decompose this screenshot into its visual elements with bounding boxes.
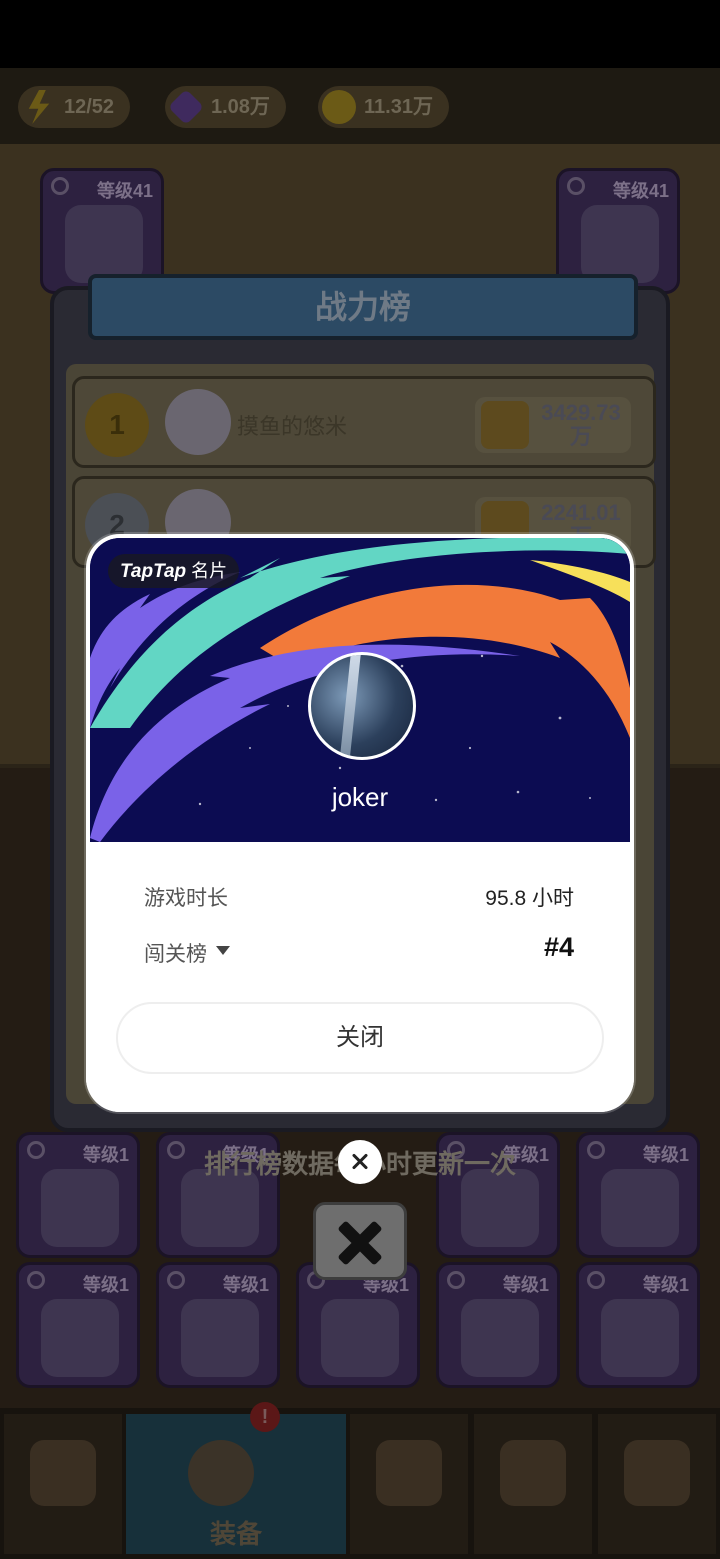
inventory-slot[interactable]: 等级1: [296, 1262, 420, 1388]
bottom-nav: ! 装备: [0, 1402, 720, 1559]
close-icon[interactable]: [338, 1140, 382, 1184]
basket-icon: [321, 1299, 399, 1377]
player-name: 摸鱼的悠米: [237, 414, 348, 439]
leaderboard-row[interactable]: 1 摸鱼的悠米 3429.73万: [72, 376, 656, 468]
avatar: [308, 652, 416, 760]
energy-value: 12/52: [64, 96, 115, 118]
notification-badge: !: [250, 1402, 280, 1432]
slot-level: 等级1: [642, 1275, 689, 1295]
medkit-icon: [581, 205, 659, 283]
coin-counter[interactable]: 11.31万: [318, 86, 449, 128]
inventory-slot[interactable]: 等级1: [436, 1262, 560, 1388]
inspect-icon: [167, 1271, 185, 1289]
tab-equipment[interactable]: ! 装备: [126, 1402, 346, 1554]
leaderboard-ribbon: 战力榜: [88, 274, 638, 340]
taptap-logo: TapTap: [120, 561, 187, 582]
energy-counter[interactable]: 12/52: [18, 86, 131, 128]
tab-puzzle[interactable]: [598, 1414, 716, 1554]
energy-icon: [28, 90, 50, 124]
inspect-icon: [587, 1271, 605, 1289]
playtime-label: 游戏时长: [144, 887, 228, 910]
inventory-slot[interactable]: 等级1: [16, 1262, 140, 1388]
card-type-label: 名片: [191, 561, 228, 581]
basket-icon: [461, 1299, 539, 1377]
basket-icon: [601, 1299, 679, 1377]
chevron-down-icon[interactable]: [216, 946, 230, 955]
coin-value: 11.31万: [364, 96, 433, 118]
quest-icon: [500, 1440, 566, 1506]
shop-icon: [30, 1440, 96, 1506]
spade-icon: [181, 1299, 259, 1377]
shield-icon: [481, 401, 529, 449]
slot-level: 等级1: [222, 1275, 269, 1295]
power-badge: 3429.73万: [475, 397, 631, 453]
tab-shop[interactable]: [4, 1414, 122, 1554]
gem-icon: [167, 88, 205, 126]
slot-level: 等级1: [82, 1275, 129, 1295]
resource-bar: 12/52 1.08万 11.31万: [0, 68, 720, 144]
profile-info: 游戏时长 95.8 小时 闯关榜 #4 关闭: [86, 842, 634, 1112]
tab-quests[interactable]: [474, 1414, 592, 1554]
map-icon: [376, 1440, 442, 1506]
armor-icon: [65, 205, 143, 283]
gold-medal-icon: 1: [85, 393, 149, 457]
profile-card: TapTap 名片 joker 游戏时长 95.8 小时 闯关榜 #4 关闭: [86, 534, 634, 1112]
leaderboard-close-button[interactable]: [313, 1202, 407, 1280]
close-button[interactable]: 关闭: [116, 1002, 604, 1074]
inspect-icon: [27, 1271, 45, 1289]
character-icon: [188, 1440, 254, 1506]
inventory-slot[interactable]: 等级1: [576, 1262, 700, 1388]
profile-banner: TapTap 名片 joker: [90, 538, 630, 842]
username: joker: [331, 782, 389, 812]
coin-icon: [322, 90, 356, 124]
rank-dropdown[interactable]: 闯关榜: [144, 938, 207, 968]
power-value: 3429.73万: [541, 400, 621, 449]
rank-value: #4: [543, 932, 574, 962]
gem-counter[interactable]: 1.08万: [165, 86, 286, 128]
inspect-icon: [567, 177, 585, 195]
puzzle-icon: [624, 1440, 690, 1506]
avatar-image: [339, 655, 361, 757]
gem-value: 1.08万: [211, 96, 270, 118]
axe-icon: [41, 1299, 119, 1377]
tab-map[interactable]: [350, 1414, 468, 1554]
inspect-icon: [447, 1271, 465, 1289]
slot-level: 等级1: [502, 1275, 549, 1295]
taptap-badge: TapTap 名片: [108, 554, 240, 588]
slot-level: 等级41: [96, 181, 153, 201]
playtime-value: 95.8 小时: [485, 887, 574, 910]
leaderboard-title: 战力榜: [314, 289, 411, 325]
inspect-icon: [51, 177, 69, 195]
slot-level: 等级41: [612, 181, 669, 201]
avatar: [165, 389, 231, 455]
inventory-slot[interactable]: 等级1: [156, 1262, 280, 1388]
tab-label: 装备: [209, 1519, 262, 1549]
